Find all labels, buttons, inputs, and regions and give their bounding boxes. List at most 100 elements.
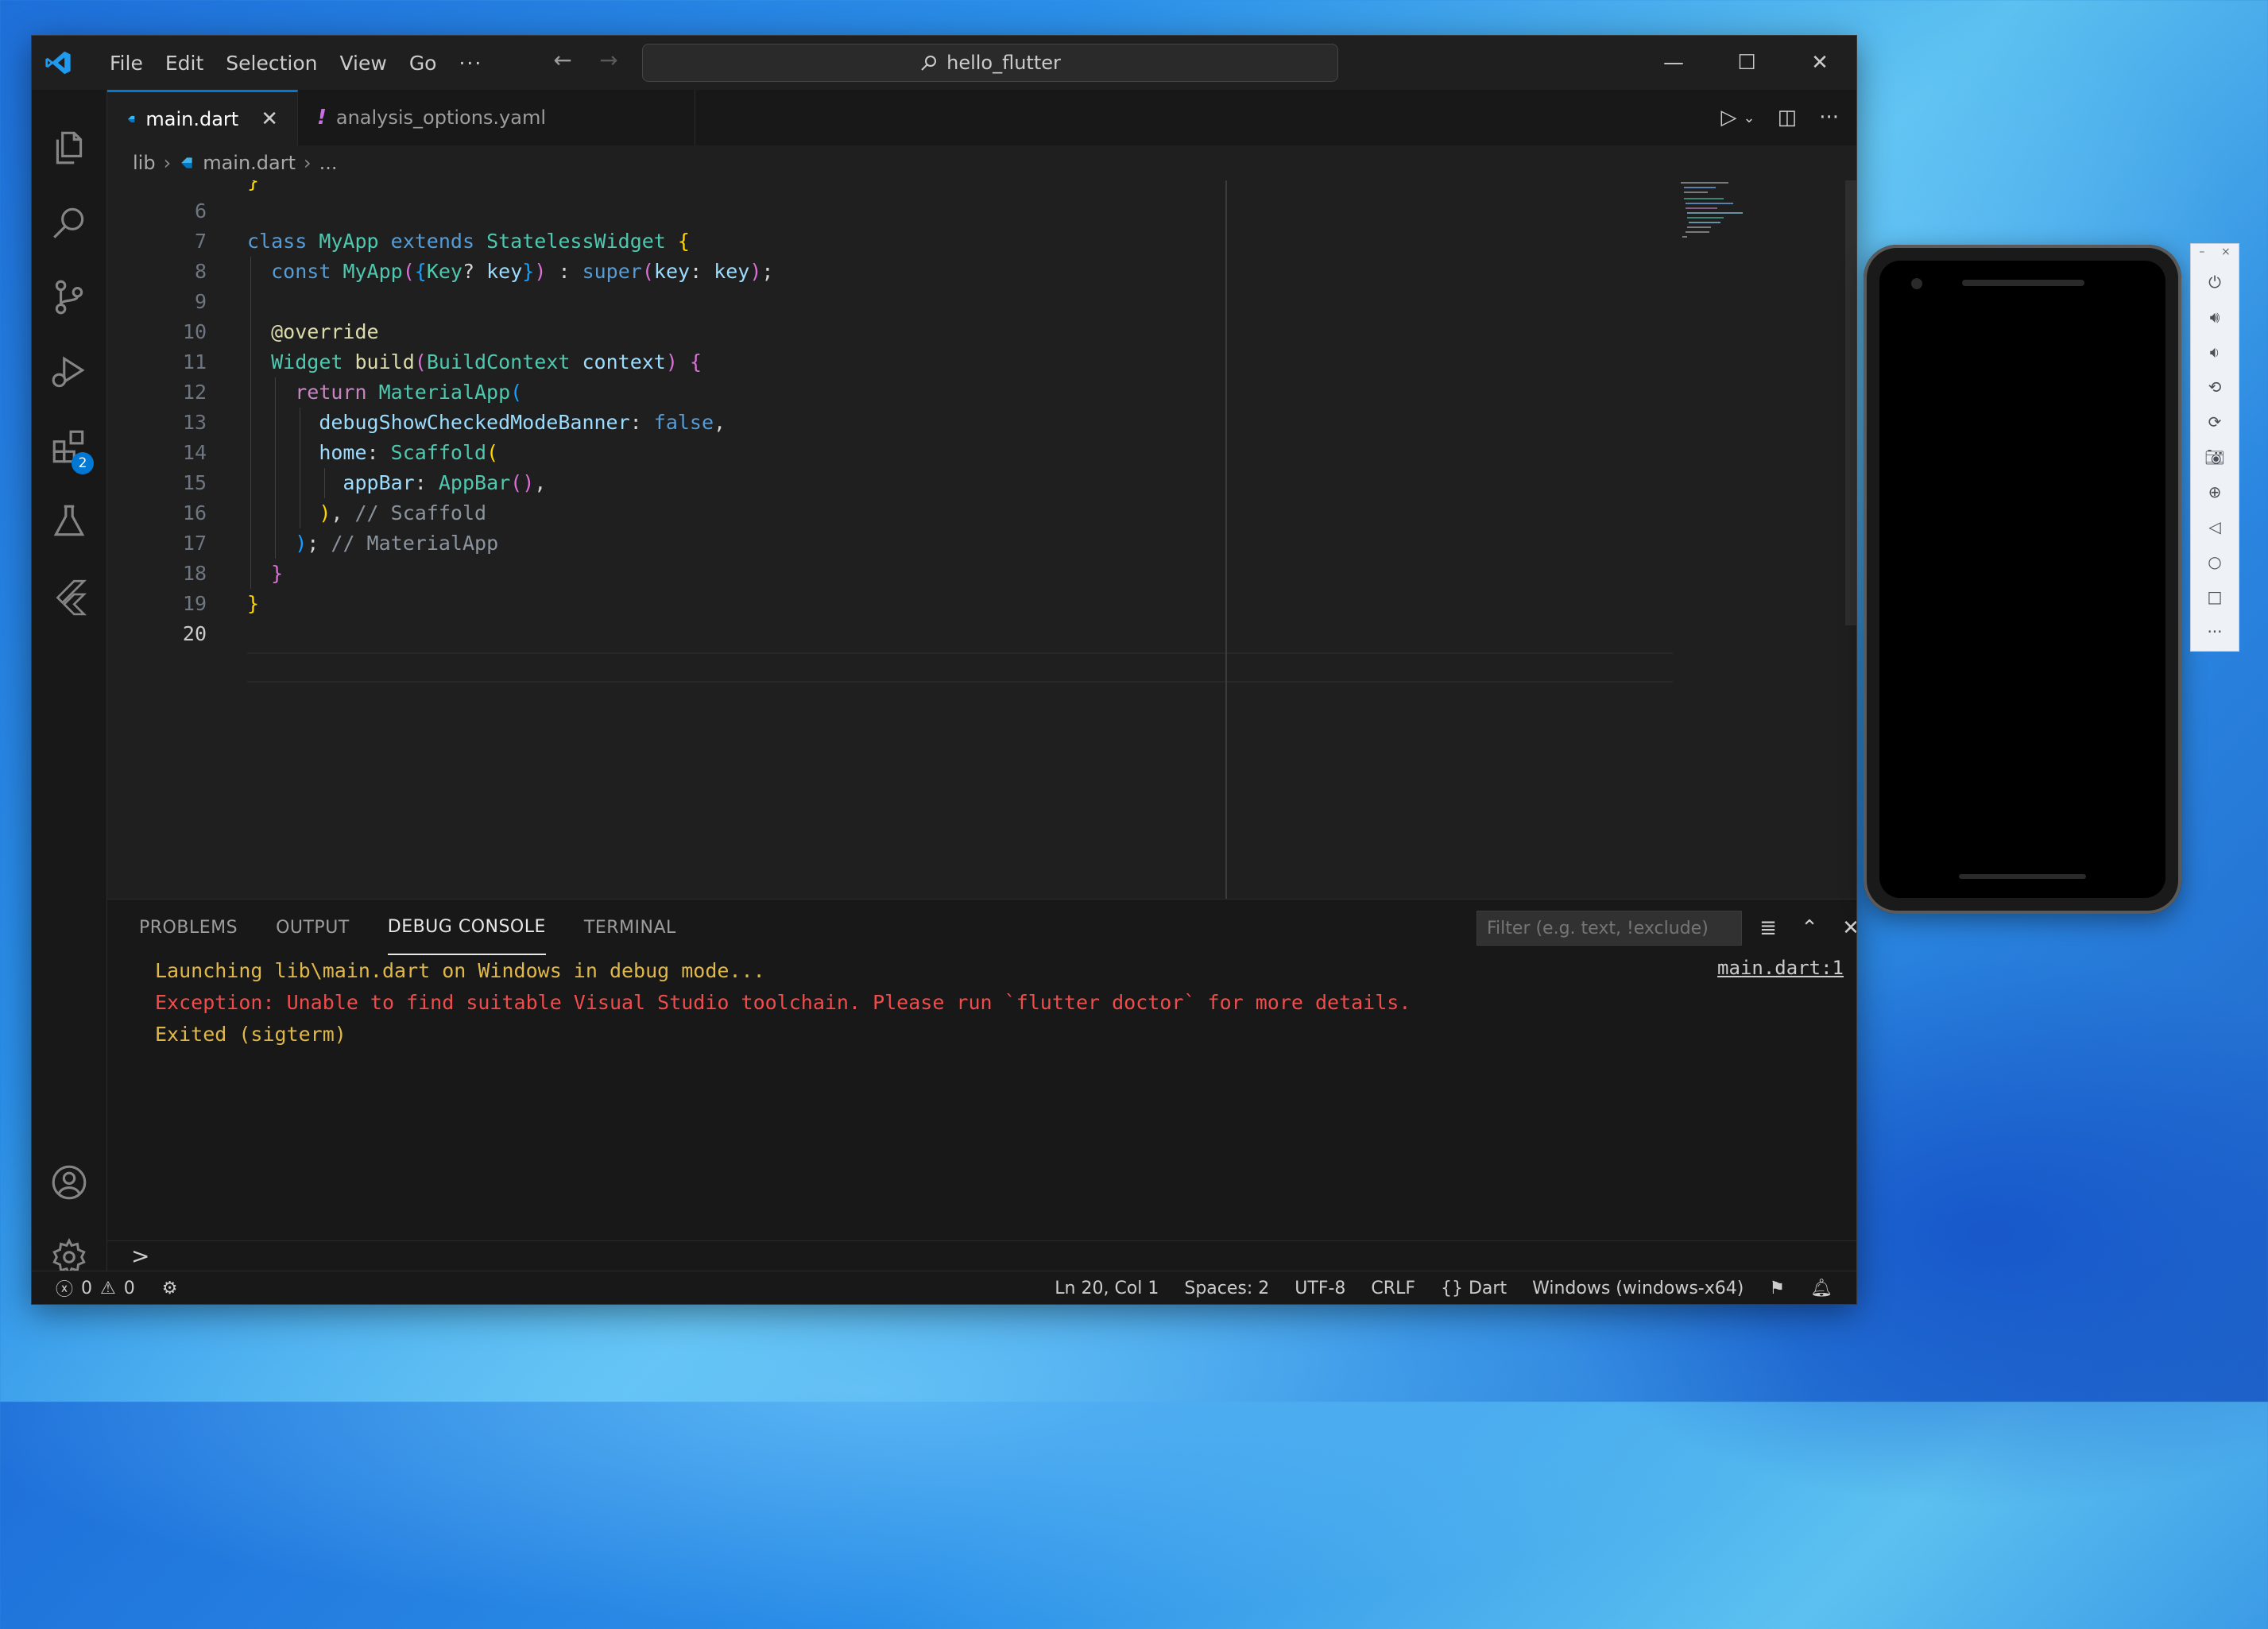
menu-view[interactable]: View	[328, 52, 397, 75]
tab-problems[interactable]: PROBLEMS	[139, 900, 238, 955]
more-options-icon[interactable]: ···	[2191, 614, 2239, 649]
back-arrow-icon[interactable]: ←	[548, 47, 577, 73]
code-line: 14 home: Scaffold(	[182, 441, 499, 464]
close-icon[interactable]: ×	[2221, 246, 2231, 260]
code-line: 7 class MyApp extends StatelessWidget {	[194, 230, 690, 253]
code-line: 10 @override	[182, 320, 379, 343]
command-center-search[interactable]: hello_flutter	[642, 44, 1338, 82]
tab-debug-console[interactable]: DEBUG CONSOLE	[387, 900, 546, 955]
notifications-bell-icon[interactable]: 🔔︎	[1810, 1279, 1833, 1298]
code-line: 12 return MaterialApp(	[182, 381, 523, 404]
search-sidebar-icon[interactable]	[32, 187, 106, 258]
braces-icon: {}	[1440, 1278, 1463, 1298]
status-bar: ⓧ 0 ⚠ 0 ⚙ Ln 20, Col 1 Spaces: 2 UTF-8 C…	[32, 1271, 1856, 1304]
debug-console-output: Launching lib\main.dart on Windows in de…	[155, 955, 1411, 1051]
feedback-icon[interactable]: ⚑	[1769, 1279, 1785, 1298]
more-actions-icon[interactable]: ···	[1819, 106, 1839, 130]
explorer-icon[interactable]	[32, 112, 106, 184]
title-bar: File Edit Selection View Go ··· ← → hell…	[32, 36, 1856, 91]
overview-square-icon[interactable]: □	[2191, 579, 2239, 614]
panel-tabs: PROBLEMS OUTPUT DEBUG CONSOLE TERMINAL	[139, 900, 676, 955]
close-panel-icon[interactable]: ✕	[1833, 911, 1856, 946]
menu-more-icon[interactable]: ···	[447, 52, 493, 75]
zoom-icon[interactable]: ⊕	[2191, 474, 2239, 509]
menu-go[interactable]: Go	[398, 52, 448, 75]
power-icon[interactable]: ⏻	[2191, 265, 2239, 300]
code-line: }	[247, 180, 260, 192]
minimap[interactable]	[1681, 180, 1800, 244]
code-line: 15 appBar: AppBar(),	[182, 471, 547, 494]
console-line: Exited (sigterm)	[155, 1023, 346, 1046]
maximize-icon[interactable]: ☐	[1710, 36, 1783, 90]
language-mode[interactable]: {} Dart	[1441, 1279, 1507, 1298]
breadcrumb-symbol[interactable]: ...	[319, 152, 338, 174]
console-filter-input[interactable]	[1477, 911, 1742, 946]
emulator-screen[interactable]	[1879, 261, 2165, 898]
run-dropdown-chevron-icon[interactable]: ⌄	[1744, 110, 1755, 126]
breadcrumb-folder[interactable]: lib	[133, 152, 156, 174]
current-line-highlight	[247, 652, 1673, 683]
code-editor[interactable]: } 6 7 class MyApp extends StatelessWidget…	[107, 180, 1856, 899]
minimize-icon[interactable]: —	[1637, 36, 1710, 90]
rotate-right-icon[interactable]: ⟳	[2191, 404, 2239, 439]
close-window-icon[interactable]: ✕	[1783, 36, 1856, 90]
device-selector[interactable]: Windows (windows-x64)	[1532, 1279, 1744, 1298]
window-controls: — ☐ ✕	[1637, 36, 1856, 90]
android-emulator-device	[1864, 245, 2181, 914]
split-editor-icon[interactable]: ◫	[1778, 106, 1798, 130]
accounts-icon[interactable]	[32, 1147, 106, 1218]
code-line: 13 debugShowCheckedModeBanner: false,	[182, 411, 726, 434]
volume-up-icon[interactable]: 🔊︎	[2191, 300, 2239, 335]
extensions-icon[interactable]: 2	[32, 411, 106, 482]
run-debug-icon[interactable]	[32, 336, 106, 408]
command-center-label: hello_flutter	[946, 52, 1061, 74]
encoding[interactable]: UTF-8	[1295, 1279, 1345, 1298]
breadcrumb-file[interactable]: main.dart	[203, 152, 296, 174]
run-button-icon[interactable]: ▷	[1721, 106, 1737, 130]
code-line: 17 ); // MaterialApp	[182, 532, 499, 555]
tab-terminal[interactable]: TERMINAL	[584, 900, 676, 955]
tab-main-dart[interactable]: main.dart ✕	[107, 90, 298, 145]
cursor-position[interactable]: Ln 20, Col 1	[1055, 1279, 1159, 1298]
clear-console-icon[interactable]: ≣	[1751, 911, 1786, 946]
volume-down-icon[interactable]: 🔉︎	[2191, 335, 2239, 370]
close-tab-icon[interactable]: ✕	[261, 107, 278, 131]
minimize-icon[interactable]: –	[2199, 246, 2204, 260]
error-count[interactable]: 0	[81, 1279, 92, 1298]
end-of-line[interactable]: CRLF	[1371, 1279, 1415, 1298]
source-location-link[interactable]: main.dart:1	[1717, 957, 1844, 979]
testing-icon[interactable]	[32, 486, 106, 557]
menu-selection[interactable]: Selection	[215, 52, 328, 75]
emulator-toolbar-header: – ×	[2191, 246, 2239, 260]
warning-count[interactable]: 0	[124, 1279, 135, 1298]
debug-repl-input[interactable]: >	[107, 1240, 1856, 1273]
menu-file[interactable]: File	[99, 52, 154, 75]
tab-analysis-options[interactable]: ! analysis_options.yaml	[298, 90, 695, 145]
menu-edit[interactable]: Edit	[154, 52, 215, 75]
source-control-icon[interactable]	[32, 261, 106, 333]
debug-status-icon[interactable]: ⚙	[162, 1279, 178, 1298]
console-line: Launching lib\main.dart on Windows in de…	[155, 959, 765, 982]
chevron-right-icon: ›	[304, 152, 312, 174]
maximize-panel-chevron-icon[interactable]: ⌃	[1792, 911, 1827, 946]
menu-bar: File Edit Selection View Go ···	[99, 36, 493, 90]
editor-tabs: main.dart ✕ ! analysis_options.yaml ▷ ⌄ …	[107, 90, 1856, 146]
dart-file-icon	[128, 115, 135, 122]
forward-arrow-icon[interactable]: →	[594, 47, 623, 73]
screenshot-camera-icon[interactable]: 📷︎	[2191, 439, 2239, 474]
breadcrumb: lib › main.dart › ...	[107, 145, 1856, 180]
code-line: 11 Widget build(BuildContext context) {	[182, 350, 702, 373]
back-triangle-icon[interactable]: ◁	[2191, 509, 2239, 544]
chevron-right-icon: ›	[163, 152, 172, 174]
tab-output[interactable]: OUTPUT	[276, 900, 350, 955]
chevron-right-icon: >	[131, 1243, 150, 1269]
editor-actions: ▷ ⌄ ◫ ···	[1721, 90, 1839, 145]
rotate-left-icon[interactable]: ⟲	[2191, 370, 2239, 404]
indentation[interactable]: Spaces: 2	[1184, 1279, 1269, 1298]
flutter-icon[interactable]	[32, 560, 106, 632]
editor-ruler	[1225, 180, 1227, 899]
code-line: 19}	[182, 592, 260, 615]
editor-scrollbar-thumb[interactable]	[1845, 180, 1856, 625]
dart-file-icon	[181, 157, 192, 168]
home-circle-icon[interactable]: ○	[2191, 544, 2239, 579]
